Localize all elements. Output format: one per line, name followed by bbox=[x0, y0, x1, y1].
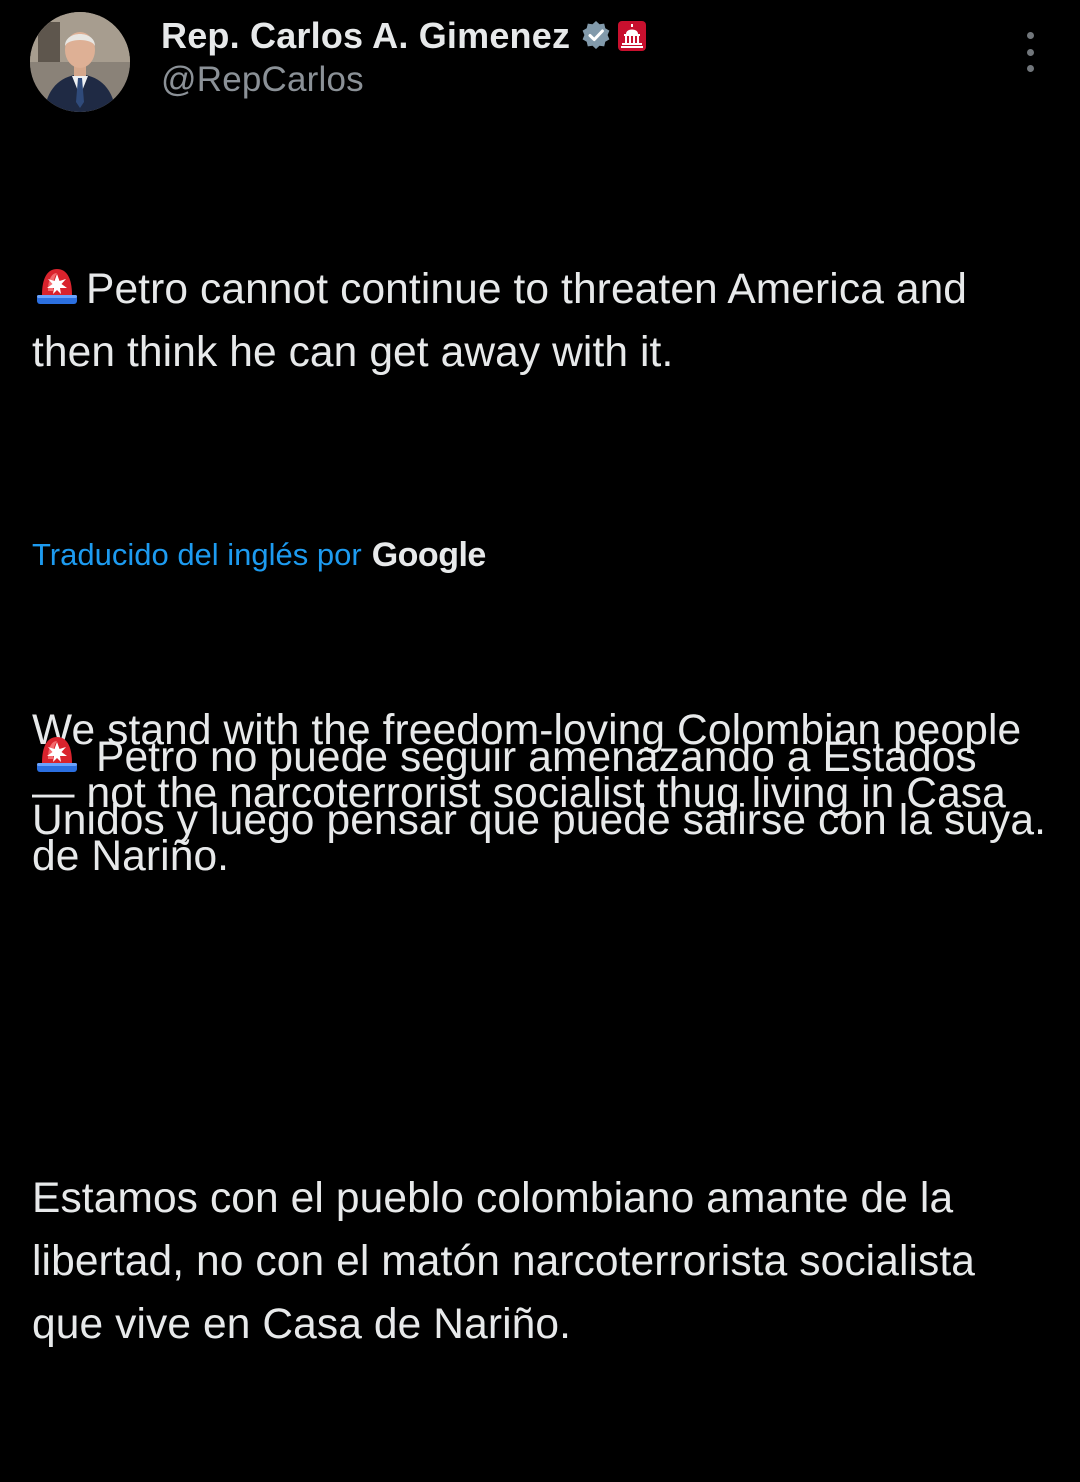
translated-paragraph-1-text: Petro no puede seguir amenazando a Estad… bbox=[32, 734, 1047, 844]
more-dot bbox=[1026, 32, 1034, 39]
verified-badge-icon[interactable] bbox=[580, 20, 612, 52]
translation-attribution: Traducido del inglés por Google bbox=[32, 530, 486, 580]
tweet-header: Rep. Carlos A. Gimenez @RepCarlos bbox=[30, 12, 1060, 112]
display-name[interactable]: Rep. Carlos A. Gimenez bbox=[161, 15, 570, 57]
avatar[interactable] bbox=[30, 12, 130, 112]
translated-by-link[interactable]: Traducido del inglés por bbox=[32, 537, 362, 573]
tweet: Rep. Carlos A. Gimenez @RepCarlos Petro … bbox=[0, 0, 1080, 1348]
display-name-row: Rep. Carlos A. Gimenez bbox=[161, 14, 647, 58]
more-dot bbox=[1026, 65, 1034, 72]
original-paragraph-1-text: Petro cannot continue to threaten Americ… bbox=[32, 266, 979, 376]
tweet-translated-text: Petro no puede seguir amenazando a Estad… bbox=[32, 600, 1052, 1482]
original-paragraph-1: Petro cannot continue to threaten Americ… bbox=[32, 258, 1052, 384]
capitol-building-icon[interactable] bbox=[618, 21, 647, 51]
paragraph-spacer: ​ bbox=[32, 978, 1052, 1041]
translated-paragraph-2: Estamos con el pueblo colombiano amante … bbox=[32, 1175, 987, 1348]
more-dot bbox=[1026, 48, 1034, 56]
translated-paragraph-1: Petro no puede seguir amenazando a Estad… bbox=[32, 726, 1052, 852]
author-names: Rep. Carlos A. Gimenez @RepCarlos bbox=[161, 14, 647, 100]
author-handle[interactable]: @RepCarlos bbox=[161, 60, 646, 100]
police-siren-icon bbox=[32, 729, 82, 779]
more-vertical-icon[interactable] bbox=[1020, 32, 1040, 72]
police-siren-icon bbox=[32, 261, 82, 311]
google-logo: Google bbox=[371, 535, 487, 574]
avatar-photo bbox=[30, 12, 130, 112]
